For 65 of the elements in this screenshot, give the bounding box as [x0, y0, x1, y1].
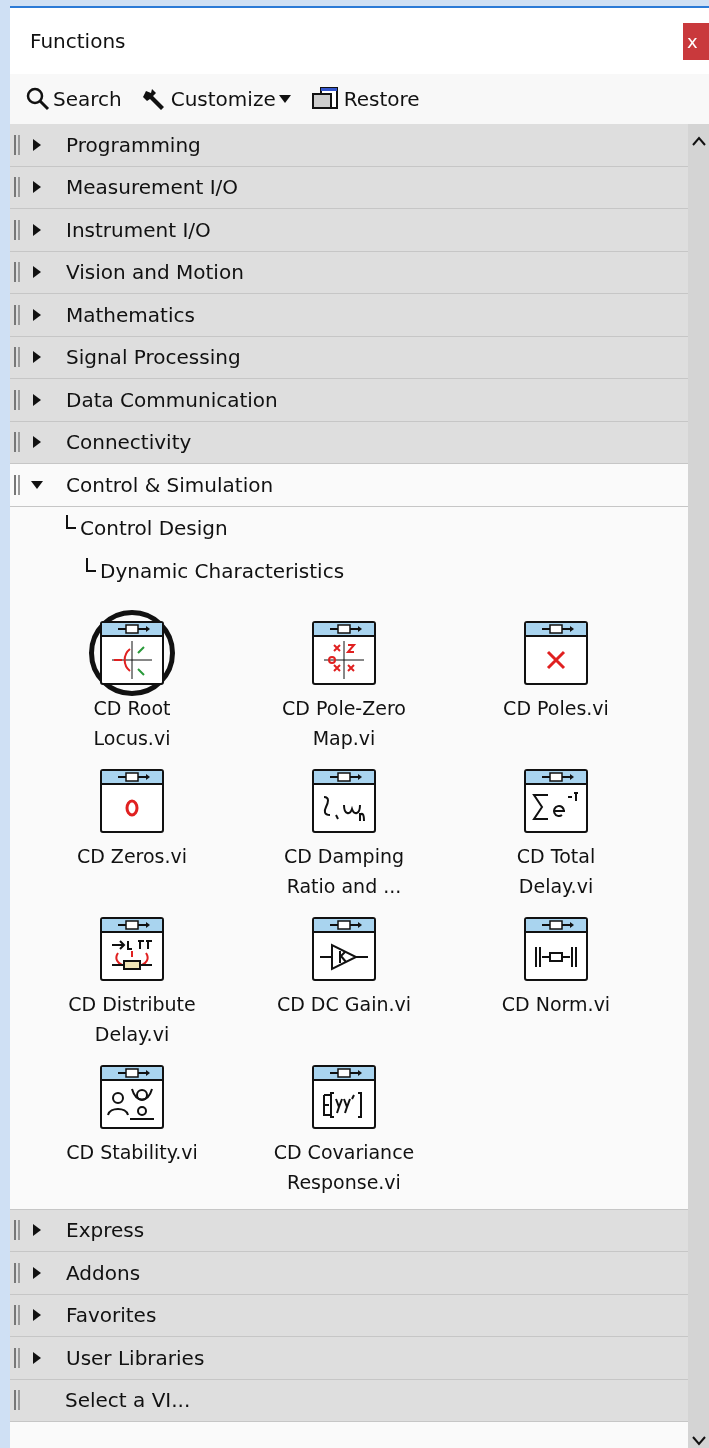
grip-icon[interactable]	[14, 389, 20, 410]
function-icon[interactable]	[100, 916, 164, 981]
function-label[interactable]: CD Zeros.vi	[57, 840, 207, 871]
grip-icon[interactable]	[14, 432, 20, 453]
category-header[interactable]: User Libraries	[10, 1337, 688, 1380]
scrollbar[interactable]	[688, 124, 709, 1448]
grip-icon[interactable]	[14, 474, 20, 495]
function-icon[interactable]	[100, 1064, 164, 1129]
category-header[interactable]: Programming	[10, 124, 688, 167]
subpalette-link[interactable]: Dynamic Characteristics	[100, 559, 345, 583]
function-label[interactable]: CD Pole-Zero Map.vi	[269, 692, 419, 753]
restore-button[interactable]: Restore	[310, 86, 420, 112]
function-icon[interactable]	[524, 620, 588, 685]
tree-branch-icon	[66, 514, 76, 529]
category-header[interactable]: Mathematics	[10, 294, 688, 337]
close-button[interactable]: x	[683, 22, 709, 60]
customize-button[interactable]: Customize	[141, 87, 291, 111]
search-button[interactable]: Search	[26, 87, 122, 111]
grip-icon[interactable]	[14, 134, 20, 155]
function-label[interactable]: CD Stability.vi	[57, 1136, 207, 1167]
window-title: Functions	[30, 29, 126, 53]
grip-icon[interactable]	[14, 177, 20, 198]
function-label[interactable]: CD Covariance Response.vi	[269, 1136, 419, 1197]
category-header[interactable]: Connectivity	[10, 421, 688, 464]
grip-icon[interactable]	[14, 1220, 20, 1241]
function-icon[interactable]	[524, 768, 588, 833]
grip-icon[interactable]	[14, 304, 20, 325]
subpalette-link[interactable]: Control Design	[80, 516, 228, 540]
function-icon[interactable]	[100, 620, 164, 685]
function-label[interactable]: CD Root Locus.vi	[57, 692, 207, 753]
grip-icon[interactable]	[14, 1347, 20, 1368]
function-label[interactable]: CD Distribute Delay.vi	[57, 988, 207, 1049]
function-label[interactable]: CD Damping Ratio and ...	[269, 840, 419, 901]
function-icon[interactable]	[312, 1064, 376, 1129]
function-icon[interactable]	[312, 768, 376, 833]
function-icon[interactable]	[524, 916, 588, 981]
function-icon[interactable]	[100, 768, 164, 833]
selection-ring[interactable]	[89, 609, 175, 696]
scroll-up-icon	[691, 136, 706, 146]
grip-icon[interactable]	[14, 262, 20, 283]
select-vi-item[interactable]: Select a VI...	[65, 1388, 191, 1413]
grip-icon[interactable]	[14, 1305, 20, 1326]
category-header[interactable]: Vision and Motion	[10, 251, 688, 294]
category-header[interactable]: Data Communication	[10, 379, 688, 422]
category-header[interactable]: Express	[10, 1209, 688, 1252]
search-icon	[26, 87, 50, 111]
grip-icon[interactable]	[14, 219, 20, 240]
function-label[interactable]: CD Norm.vi	[481, 988, 631, 1019]
category-header[interactable]: Favorites	[10, 1294, 688, 1337]
function-icon[interactable]	[312, 916, 376, 981]
category-header[interactable]: Signal Processing	[10, 336, 688, 379]
window-stack-icon	[310, 86, 341, 112]
grip-icon[interactable]	[14, 1262, 20, 1283]
dropdown-caret-icon	[278, 94, 291, 104]
category-header[interactable]: Measurement I/O	[10, 166, 688, 209]
grip-icon[interactable]	[14, 347, 20, 368]
function-label[interactable]: CD DC Gain.vi	[269, 988, 419, 1019]
function-label[interactable]: CD Poles.vi	[481, 692, 631, 723]
category-header[interactable]: Instrument I/O	[10, 209, 688, 252]
tree-branch-icon	[86, 557, 96, 572]
function-icon[interactable]	[312, 620, 376, 685]
category-header[interactable]: Addons	[10, 1252, 688, 1295]
function-label[interactable]: CD Total Delay.vi	[481, 840, 631, 901]
scroll-down-icon	[691, 1436, 706, 1446]
grip-icon[interactable]	[14, 1390, 20, 1411]
